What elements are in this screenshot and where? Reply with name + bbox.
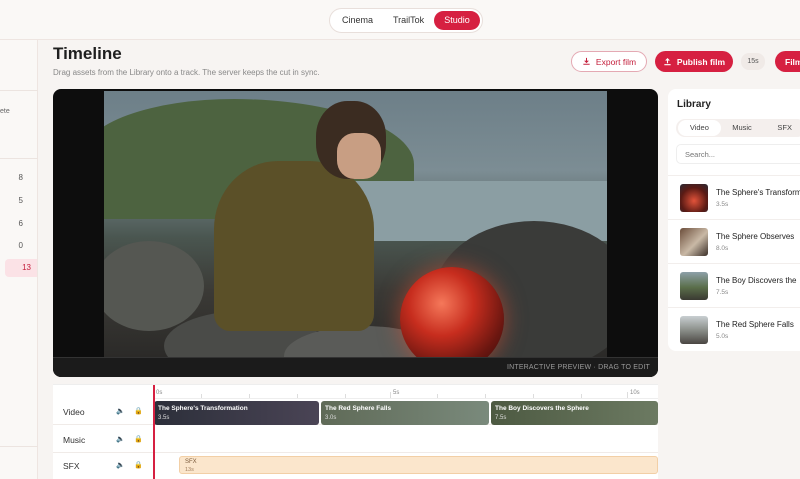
sidebar-count[interactable]: 5	[19, 196, 23, 205]
library-item-name: The Red Sphere Falls	[716, 320, 794, 329]
track-name: Video	[63, 407, 85, 417]
timeline-clip[interactable]: The Boy Discovers the Sphere 7.5s	[491, 401, 658, 425]
sfx-clip[interactable]: SFX 13s	[179, 456, 658, 474]
publish-film-label: Publish film	[676, 56, 726, 67]
preview-caption: INTERACTIVE PREVIEW · DRAG TO EDIT	[53, 357, 658, 377]
track-name: Music	[63, 435, 86, 445]
mode-switcher: Cinema TrailTok Studio	[329, 8, 483, 33]
page-title: Timeline	[53, 44, 122, 63]
lock-icon[interactable]: 🔒	[134, 435, 143, 443]
video-preview[interactable]: INTERACTIVE PREVIEW · DRAG TO EDIT	[53, 89, 658, 377]
tab-trailtok[interactable]: TrailTok	[383, 11, 434, 30]
preview-frame-image	[104, 91, 607, 357]
library-item-name: The Sphere's Transform	[716, 188, 800, 197]
timeline-panel: 0s 5s 10s Video 🔈 🔒 The Sphere's Transfo…	[53, 384, 658, 479]
library-item-duration: 5.0s	[716, 333, 729, 340]
clip-title: The Sphere's Transformation	[158, 405, 248, 412]
library-thumbnail	[680, 184, 708, 212]
ruler-label: 10s	[630, 390, 640, 396]
speaker-icon[interactable]: 🔈	[116, 407, 125, 415]
library-item-duration: 3.5s	[716, 201, 729, 208]
sidebar-count[interactable]: 0	[19, 241, 23, 250]
library-thumbnail	[680, 228, 708, 256]
clip-duration: 13s	[185, 467, 194, 473]
export-film-button[interactable]: Export film	[571, 51, 647, 72]
top-bar: Cinema TrailTok Studio	[0, 0, 800, 40]
export-film-label: Export film	[595, 56, 637, 67]
speaker-icon[interactable]: 🔈	[116, 461, 125, 469]
library-item[interactable]: The Red Sphere Falls 5.0s	[668, 307, 800, 351]
duration-badge: 15s	[741, 53, 765, 70]
clip-title: The Red Sphere Falls	[325, 405, 392, 412]
library-item[interactable]: The Sphere's Transform 3.5s	[668, 175, 800, 219]
tab-studio[interactable]: Studio	[434, 11, 480, 30]
timeline-clip[interactable]: The Sphere's Transformation 3.5s	[154, 401, 319, 425]
track-video: Video 🔈 🔒 The Sphere's Transformation 3.…	[53, 399, 658, 425]
lock-icon[interactable]: 🔒	[134, 407, 143, 415]
library-item-name: The Sphere Observes	[716, 232, 795, 241]
library-tab-sfx[interactable]: SFX	[763, 120, 800, 136]
library-thumbnail	[680, 316, 708, 344]
library-tab-video[interactable]: Video	[678, 120, 721, 136]
download-icon	[583, 57, 590, 65]
library-panel: Library Video Music SFX The Sphere's Tra…	[668, 89, 800, 351]
clip-duration: 3.0s	[325, 415, 337, 421]
tab-cinema[interactable]: Cinema	[332, 11, 383, 30]
library-tab-music[interactable]: Music	[721, 120, 764, 136]
sidebar-count-selected[interactable]: 13	[5, 259, 37, 277]
clip-title: The Boy Discovers the Sphere	[495, 405, 589, 412]
ruler-label: 0s	[156, 390, 163, 396]
library-thumbnail	[680, 272, 708, 300]
sidebar: ete 8 5 6 0 13	[0, 40, 38, 479]
library-item-duration: 8.0s	[716, 245, 729, 252]
speaker-icon[interactable]: 🔈	[116, 435, 125, 443]
sidebar-count[interactable]: 6	[19, 219, 23, 228]
track-name: SFX	[63, 461, 80, 471]
track-music: Music 🔈 🔒	[53, 427, 658, 453]
library-item-duration: 7.5s	[716, 289, 729, 296]
upload-icon	[664, 58, 671, 66]
lock-icon[interactable]: 🔒	[134, 461, 143, 469]
sidebar-fragment-label: ete	[0, 108, 10, 115]
playhead[interactable]	[153, 385, 155, 479]
clip-title: SFX	[185, 459, 197, 465]
page-subtitle: Drag assets from the Library onto a trac…	[53, 68, 320, 77]
publish-film-button[interactable]: Publish film	[655, 51, 733, 72]
film-button-label: Film	[785, 56, 800, 67]
library-item-name: The Boy Discovers the	[716, 276, 797, 285]
library-item[interactable]: The Boy Discovers the 7.5s	[668, 263, 800, 307]
clip-duration: 3.5s	[158, 415, 170, 421]
clip-duration: 7.5s	[495, 415, 507, 421]
sidebar-count[interactable]: 8	[19, 173, 23, 182]
library-item[interactable]: The Sphere Observes 8.0s	[668, 219, 800, 263]
library-search-input[interactable]	[676, 144, 800, 164]
film-button[interactable]: Film	[775, 51, 800, 72]
library-tabs: Video Music SFX	[676, 119, 800, 137]
library-title: Library	[677, 99, 711, 110]
time-ruler[interactable]: 0s 5s 10s	[153, 385, 658, 399]
ruler-label: 5s	[393, 390, 400, 396]
timeline-clip[interactable]: The Red Sphere Falls 3.0s	[321, 401, 489, 425]
